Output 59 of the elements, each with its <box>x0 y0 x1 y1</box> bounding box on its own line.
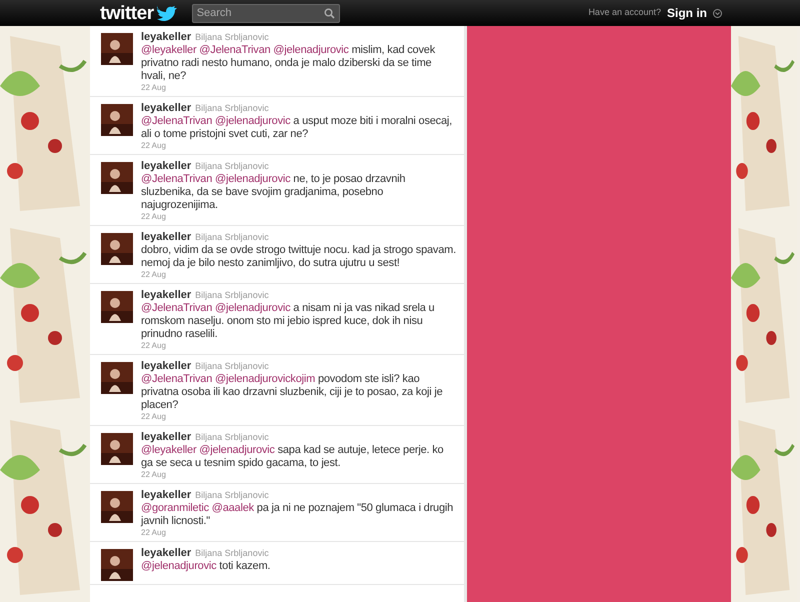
avatar[interactable] <box>101 233 133 265</box>
username-link[interactable]: leyakeller <box>141 289 192 302</box>
sign-in-link[interactable]: Sign in <box>667 4 707 22</box>
search-icon[interactable] <box>324 8 335 18</box>
caret-icon[interactable] <box>713 8 722 18</box>
username-link[interactable]: leyakeller <box>141 360 192 373</box>
mention-link[interactable]: @JelenaTrivan <box>141 173 212 185</box>
username-link[interactable]: leyakeller <box>141 489 192 502</box>
full-name: Biljana Srbljanovic <box>195 102 269 115</box>
mention-link[interactable]: @jelenadjurovickojim <box>215 373 316 385</box>
mention-link[interactable]: @leyakeller <box>141 44 196 56</box>
full-name: Biljana Srbljanovic <box>195 360 269 373</box>
full-name: Biljana Srbljanovic <box>195 489 269 502</box>
username-link[interactable]: leyakeller <box>141 431 192 444</box>
mention-link[interactable]: @goranmiletic <box>141 502 209 514</box>
tweet-text: @jelenadjurovic toti kazem. <box>141 560 270 573</box>
mention-link[interactable]: @JelenaTrivan <box>141 373 212 385</box>
tweet-text: dobro, vidim da se ovde strogo twittuje nocu. kad ja strogo spavam. nemoj da je bilo nesto zanimljivo, do sutra ujutru u sest! <box>141 244 456 270</box>
avatar[interactable] <box>101 433 133 465</box>
full-name: Biljana Srbljanovic <box>195 431 269 444</box>
search-field[interactable]: Search <box>192 4 340 22</box>
avatar[interactable] <box>101 549 133 581</box>
full-name: Biljana Srbljanovic <box>195 547 269 560</box>
bird-icon <box>156 5 178 21</box>
full-name: Biljana Srbljanovic <box>195 31 269 44</box>
full-name: Biljana Srbljanovic <box>195 289 269 302</box>
avatar[interactable] <box>101 362 133 394</box>
mention-link[interactable]: @aaalek <box>212 502 254 514</box>
account-prompt: Have an account? <box>588 6 661 20</box>
twitter-logo[interactable]: twitter <box>100 4 154 22</box>
mention-link[interactable]: @jelenadjurovic <box>141 560 216 572</box>
tweet-text: @JelenaTrivan @jelenadjurovic ne, to je posao drzavnih sluzbenika, da se bave svojim gradjanima, posebno najugrozenijima. <box>141 173 406 212</box>
username-link[interactable]: leyakeller <box>141 160 192 173</box>
username-link[interactable]: leyakeller <box>141 31 192 44</box>
mention-link[interactable]: @JelenaTrivan <box>141 115 212 127</box>
avatar[interactable] <box>101 491 133 523</box>
avatar[interactable] <box>101 104 133 136</box>
avatar[interactable] <box>101 162 133 194</box>
avatar[interactable] <box>101 33 133 65</box>
mention-link[interactable]: @leyakeller <box>141 444 196 456</box>
username-link[interactable]: leyakeller <box>141 231 192 244</box>
username-link[interactable]: leyakeller <box>141 102 192 115</box>
tweet-text: @leyakeller @JelenaTrivan @jelenadjurovic mislim, kad covek privatno radi nesto humano, onda je malo dziberski da se time hvali, ne? <box>141 44 436 83</box>
mention-link[interactable]: @jelenadjurovic <box>273 44 349 56</box>
mention-link[interactable]: @JelenaTrivan <box>141 302 212 314</box>
mention-link[interactable]: @jelenadjurovic <box>215 173 290 185</box>
tweet-text: @JelenaTrivan @jelenadjurovic a nisam ni ja vas nikad srela u romskom naselju. onom sto mi jebio ispred kuce, dok ih nisu prinudno raselili. <box>141 302 436 341</box>
tweet-text: @goranmiletic @aaalek pa ja ni ne poznajem "50 glumaca i drugih javnih licnosti." <box>141 502 454 528</box>
full-name: Biljana Srbljanovic <box>195 231 269 244</box>
avatar[interactable] <box>101 291 133 323</box>
username-link[interactable]: leyakeller <box>141 547 192 560</box>
tweet-text: @leyakeller @jelenadjurovic sapa kad se autuje, letece perje. ko ga se seca u tesnim spido gacama, to jest. <box>141 444 444 470</box>
mention-link[interactable]: @jelenadjurovic <box>215 115 290 127</box>
full-name: Biljana Srbljanovic <box>195 160 269 173</box>
tweet-text: @JelenaTrivan @jelenadjurovickojim povodom ste isli? kao privatna osoba ili kao drzavni sluzbenik, ciji je to posao, za koji je placen? <box>141 373 444 412</box>
mention-link[interactable]: @jelenadjurovic <box>199 444 275 456</box>
mention-link[interactable]: @jelenadjurovic <box>215 302 290 314</box>
mention-link[interactable]: @JelenaTrivan <box>199 44 270 56</box>
tweet-text: @JelenaTrivan @jelenadjurovic a usput moze biti i moralni osecaj, ali o tome pristojni svet cuti, zar ne? <box>141 115 453 141</box>
